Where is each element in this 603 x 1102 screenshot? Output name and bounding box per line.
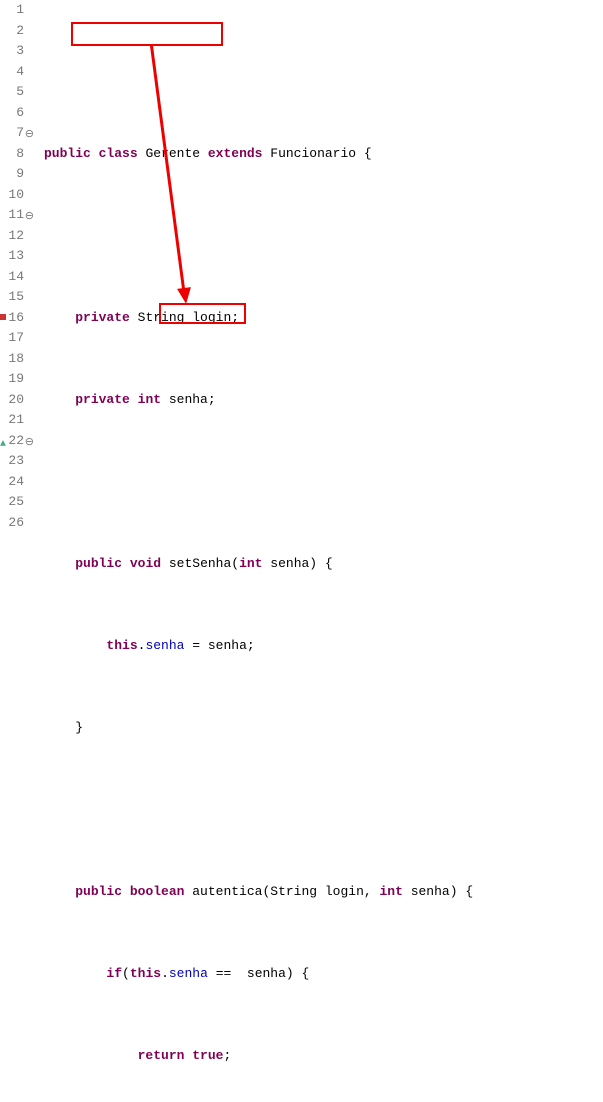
line-number: 5 — [2, 82, 24, 103]
line-number: 26 — [2, 513, 24, 534]
field-ref: senha — [145, 638, 184, 653]
code-line — [44, 800, 603, 821]
field-ref: senha — [169, 966, 208, 981]
line-number: 15 — [2, 287, 24, 308]
line-number: 10 — [2, 185, 24, 206]
keyword: private — [75, 310, 130, 325]
code-line: private int senha; — [44, 390, 603, 411]
line-number: 22⊖▲ — [2, 431, 24, 452]
line-number: 12 — [2, 226, 24, 247]
line-number: 13 — [2, 246, 24, 267]
method-name: setSenha( — [161, 556, 239, 571]
line-number: 23 — [2, 451, 24, 472]
keyword: this — [130, 966, 161, 981]
code-editor: 1234567⊖891011⊖1213141516171819202122⊖▲2… — [0, 0, 603, 551]
line-number: 4 — [2, 62, 24, 83]
code-line: } — [44, 718, 603, 739]
params: senha) { — [403, 884, 473, 899]
code-line: public boolean autentica(String login, i… — [44, 882, 603, 903]
line-number: 20 — [2, 390, 24, 411]
line-number: 7⊖ — [2, 123, 24, 144]
method-name: autentica(String login, — [184, 884, 379, 899]
keyword: class — [99, 146, 138, 161]
line-number: 2 — [2, 21, 24, 42]
code-line: if(this.senha == senha) { — [44, 964, 603, 985]
field-decl: login; — [184, 310, 239, 325]
line-number: 14 — [2, 267, 24, 288]
keyword: int — [138, 392, 161, 407]
line-number: 25 — [2, 492, 24, 513]
line-number: 24 — [2, 472, 24, 493]
keyword: extends — [208, 146, 263, 161]
code-line: public class Gerente extends Funcionario… — [44, 144, 603, 165]
line-number: 18 — [2, 349, 24, 370]
code-line: private String login; — [44, 308, 603, 329]
line-number: 17 — [2, 328, 24, 349]
keyword: this — [106, 638, 137, 653]
keyword: return — [138, 1048, 185, 1063]
base-class: Funcionario { — [262, 146, 371, 161]
line-number: 3 — [2, 41, 24, 62]
type: String — [138, 310, 185, 325]
keyword: if — [106, 966, 122, 981]
keyword: int — [380, 884, 403, 899]
code-line: return true; — [44, 1046, 603, 1067]
keyword: int — [239, 556, 262, 571]
code-line — [44, 226, 603, 247]
keyword: boolean — [130, 884, 185, 899]
params: senha) { — [262, 556, 332, 571]
code-line — [44, 62, 603, 83]
line-gutter: 1234567⊖891011⊖1213141516171819202122⊖▲2… — [0, 0, 30, 551]
code-line: this.senha = senha; — [44, 636, 603, 657]
code-line — [44, 472, 603, 493]
keyword: void — [130, 556, 161, 571]
error-icon — [0, 314, 6, 320]
line-number: 1 — [2, 0, 24, 21]
line-number: 19 — [2, 369, 24, 390]
line-number: 8 — [2, 144, 24, 165]
field-decl: senha; — [161, 392, 216, 407]
class-name: Gerente — [138, 146, 208, 161]
code-line: public void setSenha(int senha) { — [44, 554, 603, 575]
keyword: true — [192, 1048, 223, 1063]
keyword: public — [75, 884, 122, 899]
code-area[interactable]: public class Gerente extends Funcionario… — [30, 0, 603, 551]
line-number: 9 — [2, 164, 24, 185]
line-number: 21 — [2, 410, 24, 431]
keyword: public — [75, 556, 122, 571]
keyword: public — [44, 146, 91, 161]
line-number: 6 — [2, 103, 24, 124]
keyword: private — [75, 392, 130, 407]
line-number: 16 — [2, 308, 24, 329]
line-number: 11⊖ — [2, 205, 24, 226]
